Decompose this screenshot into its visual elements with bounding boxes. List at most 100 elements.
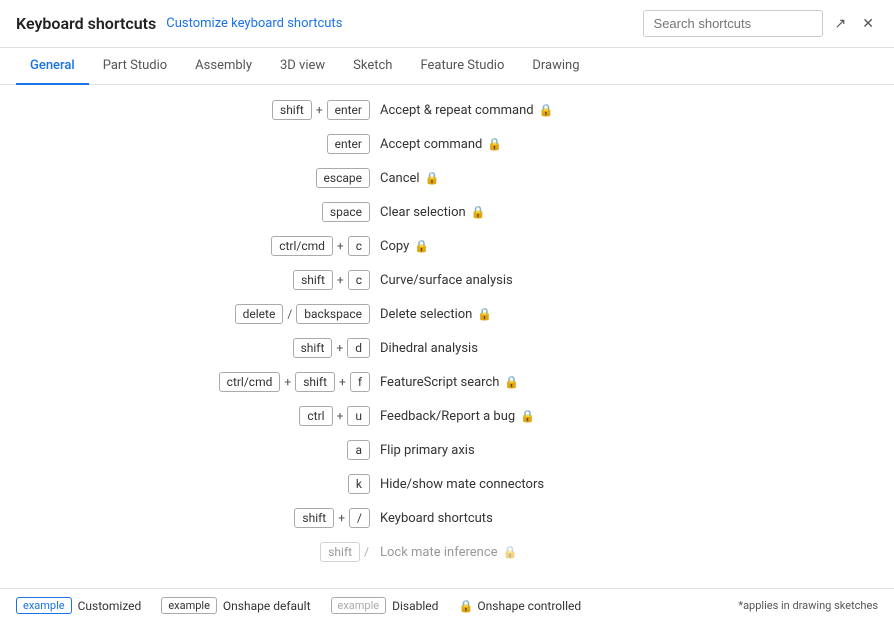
legend-footer: example Customized example Onshape defau… <box>0 588 894 622</box>
shortcut-row: shift/Lock mate inference🔒 <box>0 535 894 569</box>
keys-area: ctrl/cmd+c <box>0 236 380 256</box>
key-badge: shift <box>295 372 335 392</box>
shortcut-row: aFlip primary axis <box>0 433 894 467</box>
key-separator: + <box>336 239 345 253</box>
keys-area: shift+/ <box>0 508 380 528</box>
lock-icon: 🔒 <box>477 307 492 321</box>
page-title: Keyboard shortcuts <box>16 14 156 33</box>
lock-icon: 🔒 <box>520 409 535 423</box>
key-separator: + <box>338 375 347 389</box>
search-input[interactable] <box>643 10 823 37</box>
lock-icon: 🔒 <box>487 137 502 151</box>
tab-sketch[interactable]: Sketch <box>339 48 406 85</box>
action-label: Lock mate inference <box>380 545 498 560</box>
keys-area: shift/ <box>0 542 380 562</box>
shortcut-row: shift+/Keyboard shortcuts <box>0 501 894 535</box>
tab-feature-studio[interactable]: Feature Studio <box>406 48 518 85</box>
action-label: FeatureScript search <box>380 375 499 390</box>
tab-3d-view[interactable]: 3D view <box>266 48 339 85</box>
key-badge: f <box>350 372 370 392</box>
action-area: Flip primary axis <box>380 443 874 458</box>
action-area: Delete selection 🔒 <box>380 307 874 322</box>
action-label: Accept command <box>380 137 482 152</box>
action-label: Cancel <box>380 171 420 186</box>
action-area: Copy 🔒 <box>380 239 874 254</box>
action-area: Lock mate inference 🔒 <box>380 545 874 560</box>
shortcut-row: ctrl/cmd+shift+fFeatureScript search🔒 <box>0 365 894 399</box>
keys-area: a <box>0 440 380 460</box>
legend-controlled: 🔒 Onshape controlled <box>458 599 581 613</box>
keys-area: k <box>0 474 380 494</box>
lock-icon-legend: 🔒 <box>458 599 473 613</box>
keys-area: delete/backspace <box>0 304 380 324</box>
key-separator: / <box>286 307 293 321</box>
keys-area: shift+enter <box>0 100 380 120</box>
action-area: FeatureScript search🔒 <box>380 375 874 390</box>
key-badge: shift <box>293 270 333 290</box>
footer-note: *applies in drawing sketches <box>738 599 878 612</box>
legend-customized: example Customized <box>16 597 141 614</box>
legend-disabled-key: example <box>331 597 387 614</box>
shortcut-row: space Clear selection🔒 <box>0 195 894 229</box>
legend-customized-key: example <box>16 597 72 614</box>
key-separator: + <box>283 375 292 389</box>
header-right: ↗ ✕ <box>643 10 878 37</box>
customize-link[interactable]: Customize keyboard shortcuts <box>166 16 342 31</box>
key-separator: + <box>336 409 345 423</box>
keys-area: escape <box>0 168 380 188</box>
legend-disabled: example Disabled <box>331 597 439 614</box>
key-badge: ctrl <box>299 406 332 426</box>
key-separator: + <box>335 341 344 355</box>
lock-icon: 🔒 <box>414 239 429 253</box>
tab-drawing[interactable]: Drawing <box>518 48 593 85</box>
expand-icon[interactable]: ↗ <box>831 14 851 34</box>
action-label: Dihedral analysis <box>380 341 478 356</box>
lock-icon: 🔒 <box>539 103 554 117</box>
action-label: Accept & repeat command <box>380 103 534 118</box>
action-label: Copy <box>380 239 409 254</box>
shortcut-row: delete/backspaceDelete selection 🔒 <box>0 297 894 331</box>
key-separator: / <box>363 545 370 559</box>
key-badge: enter <box>327 134 370 154</box>
action-label: Delete selection <box>380 307 472 322</box>
keys-area: shift+c <box>0 270 380 290</box>
legend-controlled-label: Onshape controlled <box>477 599 581 613</box>
tab-general[interactable]: General <box>16 48 89 85</box>
keys-area: ctrl +u <box>0 406 380 426</box>
lock-icon: 🔒 <box>503 545 518 559</box>
keys-area: shift+d <box>0 338 380 358</box>
action-label: Feedback/Report a bug <box>380 409 515 424</box>
keys-area: ctrl/cmd+shift+f <box>0 372 380 392</box>
shortcut-row: ctrl/cmd+cCopy 🔒 <box>0 229 894 263</box>
key-badge: / <box>349 508 370 528</box>
key-separator: + <box>336 273 345 287</box>
action-area: Hide/show mate connectors <box>380 477 874 492</box>
key-badge: ctrl/cmd <box>271 236 333 256</box>
shortcut-row: ctrl +u Feedback/Report a bug 🔒 <box>0 399 894 433</box>
shortcut-row: enter Accept command 🔒 <box>0 127 894 161</box>
keys-area: space <box>0 202 380 222</box>
action-area: Accept command 🔒 <box>380 137 874 152</box>
key-separator: + <box>315 103 324 117</box>
action-area: Dihedral analysis <box>380 341 874 356</box>
legend-disabled-label: Disabled <box>392 599 438 613</box>
key-badge: ctrl/cmd <box>219 372 281 392</box>
shortcut-row: shift+enterAccept & repeat command 🔒 <box>0 93 894 127</box>
action-area: Cancel🔒 <box>380 171 874 186</box>
key-separator: + <box>337 511 346 525</box>
header: Keyboard shortcuts Customize keyboard sh… <box>0 0 894 48</box>
key-badge: space <box>322 202 370 222</box>
shortcut-row: shift+dDihedral analysis <box>0 331 894 365</box>
tab-part-studio[interactable]: Part Studio <box>89 48 181 85</box>
keys-area: enter <box>0 134 380 154</box>
lock-icon: 🔒 <box>471 205 486 219</box>
key-badge: u <box>347 406 370 426</box>
key-badge: delete <box>235 304 284 324</box>
close-icon[interactable]: ✕ <box>858 14 878 34</box>
legend-customized-label: Customized <box>78 599 142 613</box>
key-badge: d <box>347 338 370 358</box>
key-badge: shift <box>320 542 360 562</box>
action-area: Clear selection🔒 <box>380 205 874 220</box>
tab-assembly[interactable]: Assembly <box>181 48 266 85</box>
shortcuts-list[interactable]: shift+enterAccept & repeat command🔒enter… <box>0 85 894 588</box>
